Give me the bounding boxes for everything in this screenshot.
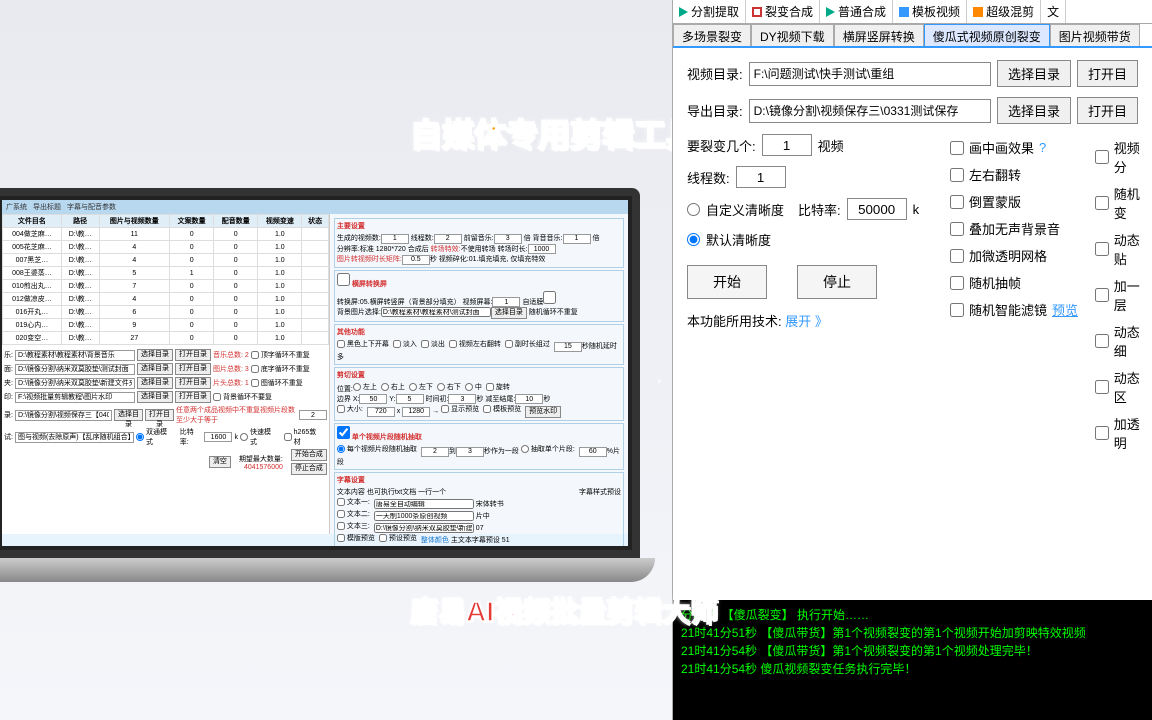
opt-pip-checkbox[interactable] [950,141,964,155]
tab-text[interactable]: 文 [1041,0,1066,23]
tab-fission-compose[interactable]: 裂变合成 [746,0,820,23]
thread-count-input[interactable] [736,166,786,188]
video-dir-select-button[interactable]: 选择目录 [997,60,1071,87]
opt2-3-checkbox[interactable] [1095,288,1109,302]
start-button[interactable]: 开始合成 [291,449,327,461]
bitrate-label: 比特率: [798,200,841,219]
export-dir-input[interactable] [749,99,991,123]
opt2-2-checkbox[interactable] [1095,242,1109,256]
stop-button[interactable]: 停止合成 [291,463,327,475]
clear-button[interactable]: 清空 [209,456,231,468]
sub-tabs: 多场景裂变 DY视频下载 横屏竖屏转换 傻瓜式视频原创裂变 图片视频带货 [673,24,1152,48]
split-count-label: 要裂变几个: [687,136,756,155]
folder-path[interactable] [15,378,135,389]
stop-button[interactable]: 停止 [797,265,877,299]
subtitle-path[interactable] [15,432,134,443]
table-row: 020变空…D:\教…27001.0 [3,332,329,345]
table-row: 012做凉皮…D:\教…4001.0 [3,293,329,306]
opt-random-frame-checkbox[interactable] [950,276,964,290]
tab-template-video[interactable]: 模板视频 [893,0,967,23]
default-clarity-label: 默认清晰度 [706,230,771,249]
opt2-1-checkbox[interactable] [1095,196,1109,210]
opt2-4-checkbox[interactable] [1095,334,1109,348]
laptop-mockup: 广系统导出标题字幕与配音参数 文件目名路径图片与视频数量文案数量配音数量视频变速… [0,188,670,628]
table-row: 005花芝麻…D:\教…4001.0 [3,241,329,254]
custom-clarity-radio[interactable] [687,203,700,216]
export-dir-open-button[interactable]: 打开目 [1077,97,1138,124]
sub-title: 唐易AI视频批量剪辑大师 [410,590,718,630]
default-clarity-radio[interactable] [687,233,700,246]
opt-flip-checkbox[interactable] [950,168,964,182]
cover-path[interactable] [15,364,135,375]
options-col2: 视频分 随机变 动态贴 加一层 动态细 动态区 加透明 [1095,138,1152,460]
options-col1: 画中画效果 ? 左右翻转 倒置蒙版 叠加无声背景音 加微透明网格 随机抽帧 随机… [950,138,1078,327]
subtab-image-goods[interactable]: 图片视频带货 [1050,24,1140,46]
console-log: 分50秒 【傻瓜裂变】 执行开始…… 21时41分51秒 【傻瓜带货】第1个视频… [673,600,1152,720]
square-icon [752,7,762,17]
opt2-0-checkbox[interactable] [1095,150,1109,164]
file-table: 文件目名路径图片与视频数量文案数量配音数量视频变速状态 004做芝麻…D:\教…… [2,214,329,345]
thread-count-label: 线程数: [687,168,730,187]
opt2-6-checkbox[interactable] [1095,426,1109,440]
tab-super-mix[interactable]: 超级混剪 [967,0,1041,23]
bitrate-unit: k [913,202,920,217]
export-path[interactable] [15,410,112,421]
opt-grid-checkbox[interactable] [950,249,964,263]
table-row: 004做芝麻…D:\教…11001.0 [3,228,329,241]
open-dir-button[interactable]: 打开目录 [175,349,211,361]
opt-silent-bg-checkbox[interactable] [950,222,964,236]
table-row: 010煎出丸…D:\教…7001.0 [3,280,329,293]
laptop-topbar: 广系统导出标题字幕与配音参数 [2,200,628,214]
watermark-path[interactable] [15,392,135,403]
table-row: 019心内…D:\教…9001.0 [3,319,329,332]
play-icon [826,7,835,17]
export-dir-select-button[interactable]: 选择目录 [997,97,1071,124]
table-row: 016开丸…D:\教…6001.0 [3,306,329,319]
template-icon [899,7,909,17]
custom-clarity-label: 自定义清晰度 [706,200,784,219]
main-title: 自媒体专用剪辑工具 [410,110,698,156]
opt-smart-filter-checkbox[interactable] [950,303,964,317]
tech-expand-link[interactable]: 展开 》 [785,314,828,329]
subtab-dy-download[interactable]: DY视频下载 [751,24,834,46]
opt-invert-checkbox[interactable] [950,195,964,209]
opt2-5-checkbox[interactable] [1095,380,1109,394]
main-tabs: 分割提取 裂变合成 普通合成 模板视频 超级混剪 文 [673,0,1152,24]
start-button[interactable]: 开始 [687,265,767,299]
play-icon [679,7,688,17]
subtab-multi-scene[interactable]: 多场景裂变 [673,24,751,46]
subtab-orientation[interactable]: 横屏竖屏转换 [834,24,924,46]
tech-label: 本功能所用技术: [687,314,782,329]
split-unit: 视频 [818,136,844,155]
video-dir-open-button[interactable]: 打开目 [1077,60,1138,87]
video-dir-label: 视频目录: [687,64,743,83]
tab-split-extract[interactable]: 分割提取 [673,0,746,23]
music-path[interactable] [15,350,135,361]
split-count-input[interactable] [762,134,812,156]
table-row: 008王婆蒸…D:\教…5101.0 [3,267,329,280]
scissors-icon [973,7,983,17]
table-row: 007黑芝…D:\教…4001.0 [3,254,329,267]
tab-normal-compose[interactable]: 普通合成 [820,0,893,23]
export-dir-label: 导出目录: [687,101,743,120]
help-icon[interactable]: ? [1039,140,1046,155]
select-dir-button[interactable]: 选择目录 [137,349,173,361]
preview-link[interactable]: 预览 [1052,300,1078,319]
right-panel: 分割提取 裂变合成 普通合成 模板视频 超级混剪 文 多场景裂变 DY视频下载 … [672,0,1152,720]
bitrate-input[interactable] [847,198,907,220]
subtab-fool-fission[interactable]: 傻瓜式视频原创裂变 [924,24,1050,46]
video-dir-input[interactable] [749,62,991,86]
